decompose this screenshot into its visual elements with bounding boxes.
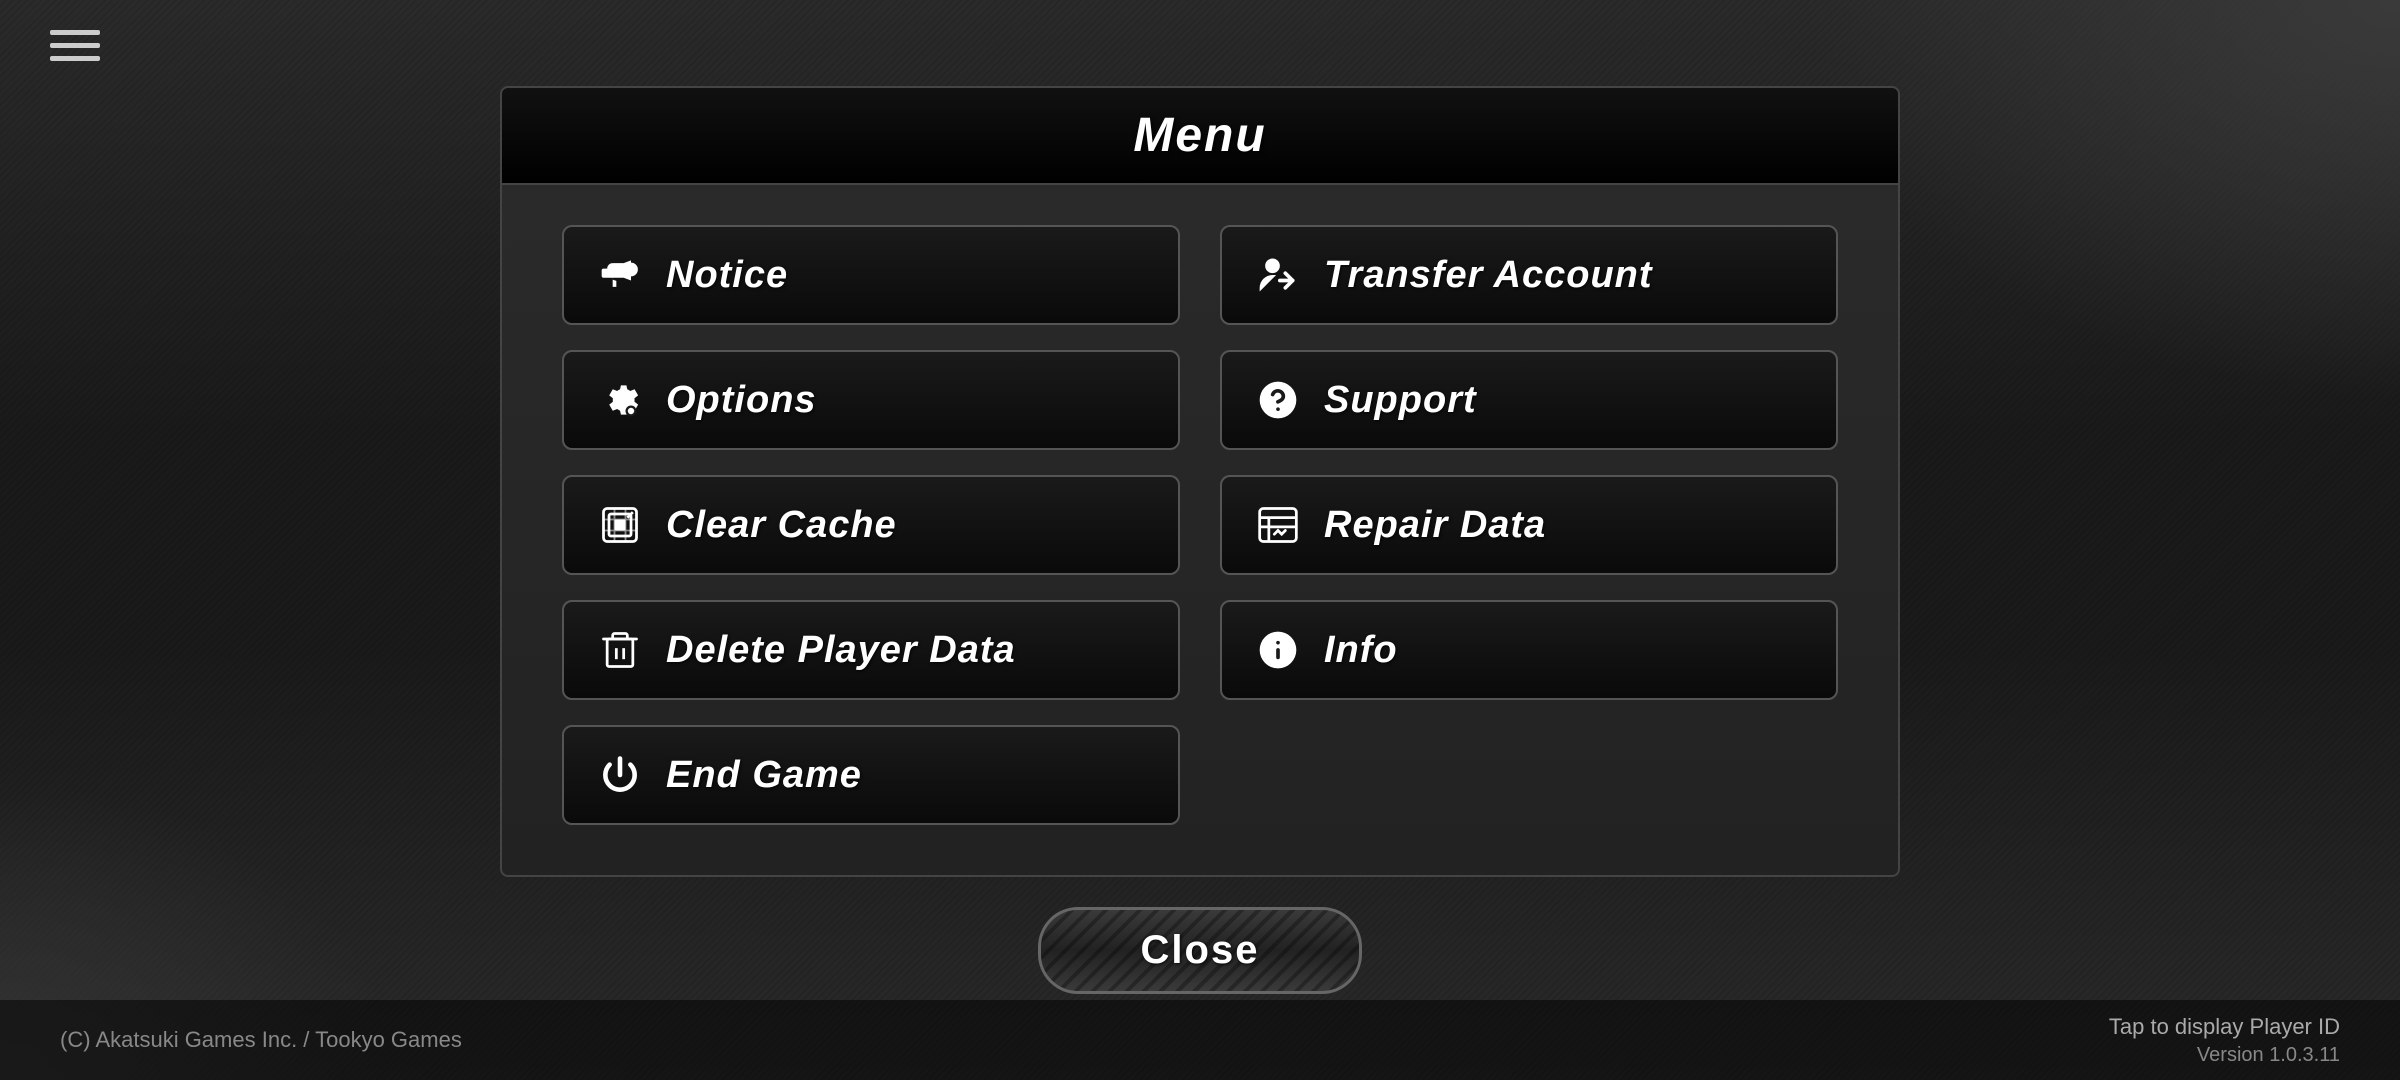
gear-icon xyxy=(594,374,646,426)
button-row-3: Clear Cache Repair Data xyxy=(562,475,1838,575)
hamburger-line-1 xyxy=(50,30,100,35)
info-icon xyxy=(1252,624,1304,676)
end-game-button[interactable]: End Game xyxy=(562,725,1180,825)
close-label: Close xyxy=(1141,928,1260,972)
transfer-icon xyxy=(1252,249,1304,301)
version-text: Version 1.0.3.11 xyxy=(2197,1044,2340,1067)
button-row-2: Options Support xyxy=(562,350,1838,450)
trash-icon xyxy=(594,624,646,676)
options-label: Options xyxy=(666,379,817,422)
copyright-text: (C) Akatsuki Games Inc. / Tookyo Games xyxy=(60,1027,462,1053)
transfer-account-button[interactable]: Transfer Account xyxy=(1220,225,1838,325)
tap-player-id[interactable]: Tap to display Player ID xyxy=(2109,1014,2340,1040)
support-label: Support xyxy=(1324,379,1477,422)
button-row-5: End Game xyxy=(562,725,1838,825)
repair-data-button[interactable]: Repair Data xyxy=(1220,475,1838,575)
button-row-4: Delete Player Data Info xyxy=(562,600,1838,700)
delete-player-data-label: Delete Player Data xyxy=(666,629,1016,672)
clear-cache-button[interactable]: Clear Cache xyxy=(562,475,1180,575)
end-game-label: End Game xyxy=(666,754,862,797)
repair-data-label: Repair Data xyxy=(1324,504,1546,547)
support-button[interactable]: Support xyxy=(1220,350,1838,450)
megaphone-icon xyxy=(594,249,646,301)
menu-title: Menu xyxy=(1133,109,1266,162)
notice-button[interactable]: Notice xyxy=(562,225,1180,325)
repair-icon xyxy=(1252,499,1304,551)
hamburger-line-2 xyxy=(50,43,100,48)
hamburger-menu[interactable] xyxy=(50,30,100,61)
menu-title-bar: Menu xyxy=(500,86,1900,185)
options-button[interactable]: Options xyxy=(562,350,1180,450)
buttons-area: Notice Transfer Account xyxy=(500,185,1900,877)
bottom-right: Tap to display Player ID Version 1.0.3.1… xyxy=(2109,1014,2340,1067)
clear-cache-label: Clear Cache xyxy=(666,504,897,547)
hamburger-line-3 xyxy=(50,56,100,61)
cache-icon xyxy=(594,499,646,551)
info-label: Info xyxy=(1324,629,1398,672)
bottom-bar: (C) Akatsuki Games Inc. / Tookyo Games T… xyxy=(0,1000,2400,1080)
info-button[interactable]: Info xyxy=(1220,600,1838,700)
transfer-account-label: Transfer Account xyxy=(1324,254,1653,297)
power-icon xyxy=(594,749,646,801)
button-row-1: Notice Transfer Account xyxy=(562,225,1838,325)
menu-panel: Menu Notice xyxy=(500,86,1900,994)
close-button[interactable]: Close xyxy=(1038,907,1363,994)
question-icon xyxy=(1252,374,1304,426)
close-button-wrap: Close xyxy=(1038,907,1363,994)
delete-player-data-button[interactable]: Delete Player Data xyxy=(562,600,1180,700)
notice-label: Notice xyxy=(666,254,788,297)
